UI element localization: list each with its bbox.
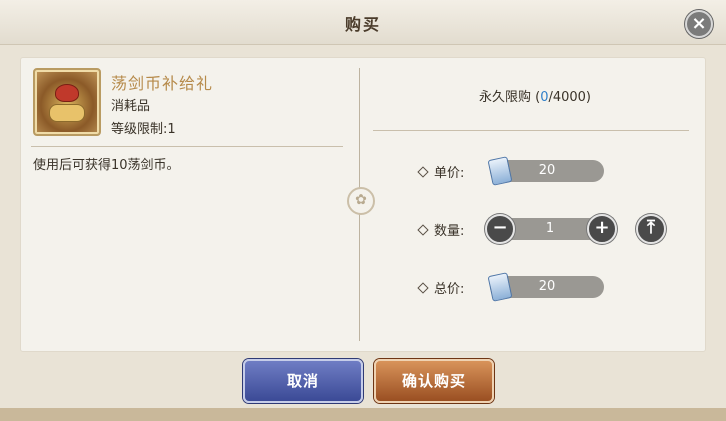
cancel-button[interactable]: 取消 [243, 359, 363, 403]
quantity-value: 1 [545, 221, 555, 236]
total-price-label-text: 总价: [434, 282, 465, 297]
item-type: 消耗品 [111, 99, 151, 114]
unit-price-value: 20 [538, 163, 556, 178]
quantity-label: 数量: [417, 220, 465, 239]
diamond-bullet-icon [417, 224, 429, 236]
ornament-icon: ✿ [347, 187, 375, 215]
right-divider [373, 130, 689, 131]
purchase-limit: 永久限购 (0/4000) [377, 86, 693, 105]
unit-price-label-text: 单价: [434, 166, 465, 181]
left-divider [31, 146, 343, 147]
item-description: 使用后可获得10荡剑币。 [33, 158, 180, 173]
title-bar: 购买 × [0, 0, 726, 45]
plus-icon[interactable]: + [587, 214, 617, 244]
confirm-purchase-button[interactable]: 确认购买 [374, 359, 494, 403]
content-panel: 荡剑币补给礼 消耗品 等级限制:1 使用后可获得10荡剑币。 ✿ 永久限购 (0… [20, 57, 706, 352]
bottom-strip [0, 408, 726, 421]
quantity-label-text: 数量: [434, 224, 465, 239]
item-level-limit: 等级限制:1 [111, 122, 176, 137]
max-icon[interactable]: ⤒ [636, 214, 666, 244]
item-icon [33, 68, 101, 136]
diamond-bullet-icon [417, 166, 429, 178]
unit-price-label: 单价: [417, 162, 465, 181]
item-name: 荡剑币补给礼 [111, 74, 214, 93]
gem-icon [55, 84, 79, 102]
coins-icon [49, 104, 85, 122]
diamond-bullet-icon [417, 282, 429, 294]
total-price-label: 总价: [417, 278, 465, 297]
dialog-title: 购买 [344, 15, 381, 34]
close-icon[interactable]: × [685, 10, 713, 38]
limit-suffix: /4000) [548, 90, 592, 105]
purchase-dialog: 购买 × 荡剑币补给礼 消耗品 等级限制:1 使用后可获得10荡剑币。 ✿ 永久… [0, 0, 726, 421]
total-price-value: 20 [538, 279, 556, 294]
minus-icon[interactable]: − [485, 214, 515, 244]
limit-prefix: 永久限购 ( [478, 90, 541, 105]
